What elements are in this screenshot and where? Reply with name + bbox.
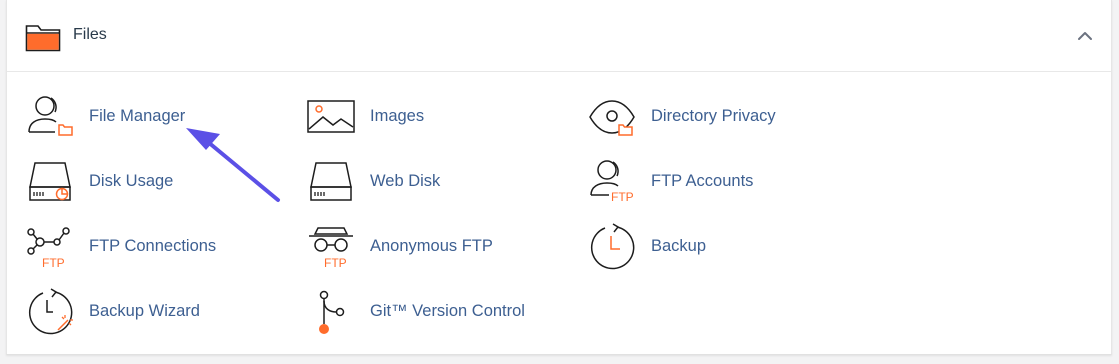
files-panel: Files File Manager Images Directory Priv bbox=[6, 0, 1112, 355]
item-label: Disk Usage bbox=[89, 172, 174, 190]
git-version-control-icon bbox=[319, 290, 345, 334]
item-label: Images bbox=[370, 107, 425, 125]
item-label: Web Disk bbox=[370, 172, 441, 190]
ftp-connections-icon: FTP bbox=[27, 227, 70, 270]
svg-text:FTP: FTP bbox=[324, 256, 347, 270]
item-label: FTP Connections bbox=[89, 237, 217, 255]
ftp-accounts-icon: FTP bbox=[590, 160, 634, 204]
item-label: FTP Accounts bbox=[651, 172, 754, 190]
file-manager-icon bbox=[28, 96, 73, 136]
svg-text:FTP: FTP bbox=[611, 190, 634, 204]
images-icon bbox=[307, 100, 355, 133]
panel-header[interactable]: Files bbox=[7, 0, 1111, 72]
item-label: Backup bbox=[651, 237, 707, 255]
backup-wizard-icon bbox=[28, 288, 73, 335]
chevron-up-icon[interactable] bbox=[1073, 24, 1097, 48]
svg-text:FTP: FTP bbox=[42, 256, 65, 270]
section-title: Files bbox=[73, 26, 107, 43]
item-label: Git™ Version Control bbox=[370, 302, 525, 320]
anonymous-ftp-icon: FTP bbox=[309, 227, 353, 270]
item-label: Anonymous FTP bbox=[370, 237, 493, 255]
item-label: File Manager bbox=[89, 107, 186, 125]
web-disk-icon bbox=[310, 162, 352, 201]
backup-icon bbox=[590, 223, 635, 270]
item-label: Backup Wizard bbox=[89, 302, 200, 320]
disk-usage-icon bbox=[29, 162, 71, 201]
folder-icon bbox=[25, 25, 61, 52]
directory-privacy-icon bbox=[589, 100, 635, 136]
item-label: Directory Privacy bbox=[651, 107, 776, 125]
